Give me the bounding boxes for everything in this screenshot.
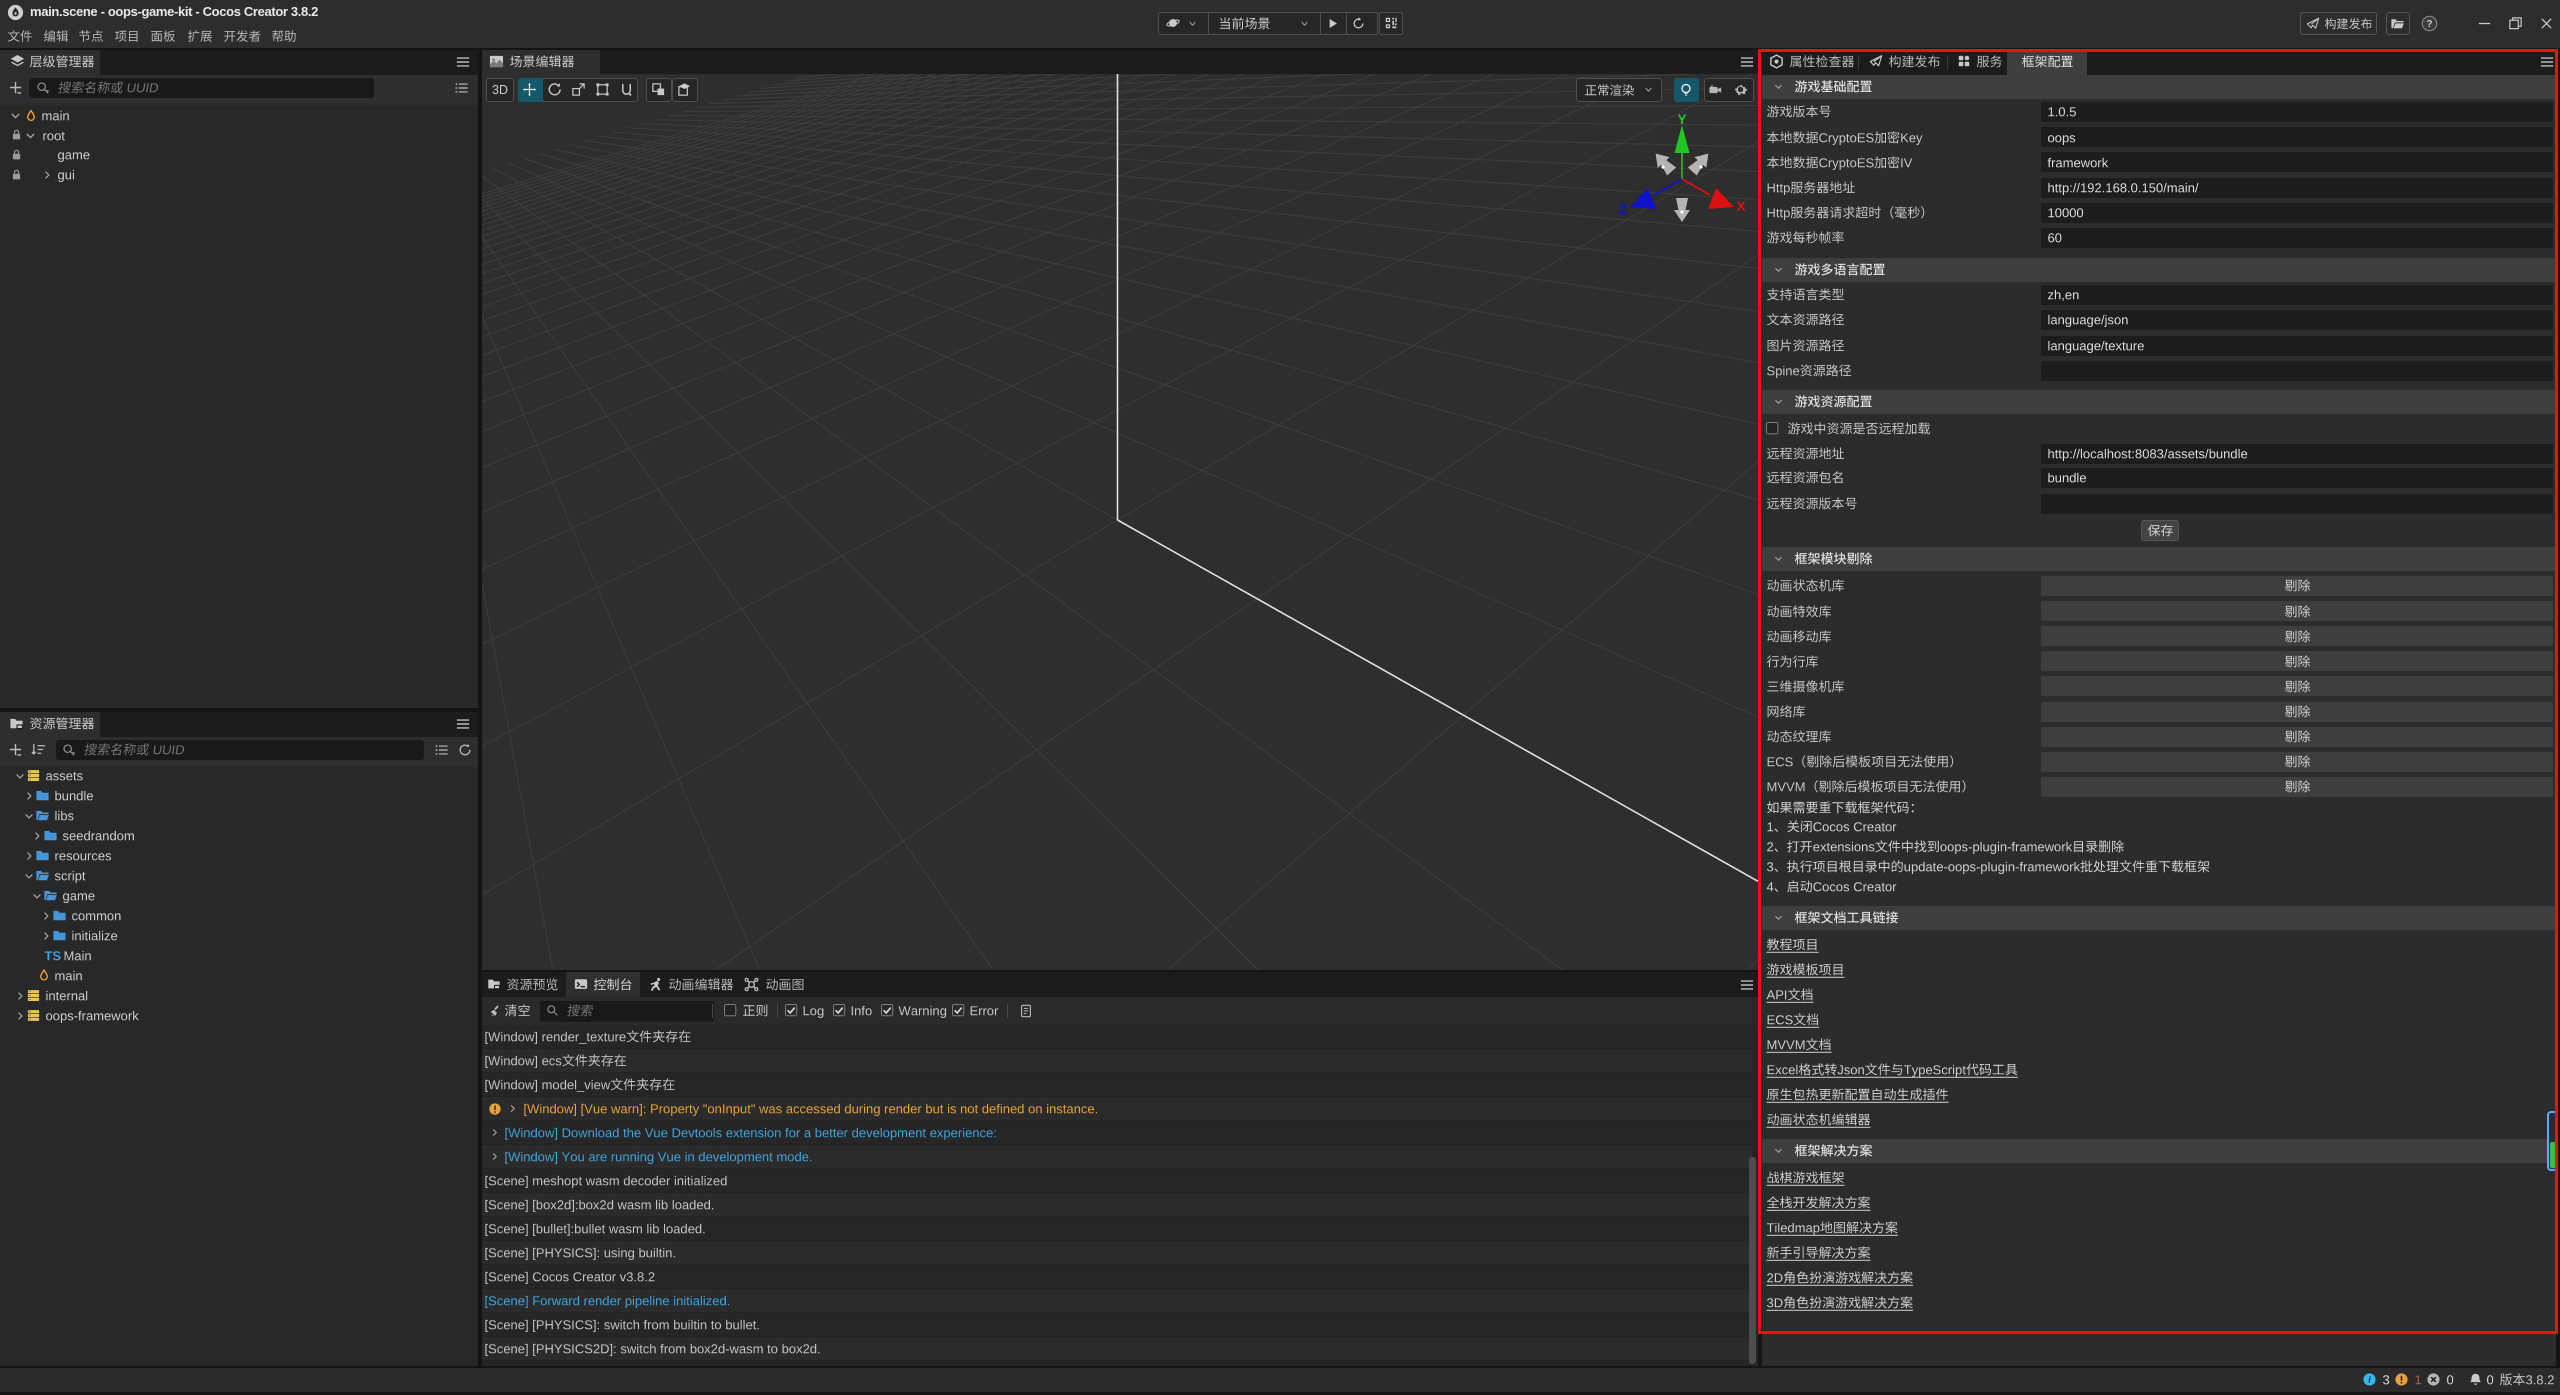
svg-text:Y: Y bbox=[1677, 112, 1687, 127]
svg-text:X: X bbox=[1736, 198, 1746, 214]
svg-text:?: ? bbox=[2426, 19, 2432, 30]
svg-text:Z: Z bbox=[1619, 201, 1628, 217]
svg-text:i: i bbox=[2368, 1376, 2371, 1386]
